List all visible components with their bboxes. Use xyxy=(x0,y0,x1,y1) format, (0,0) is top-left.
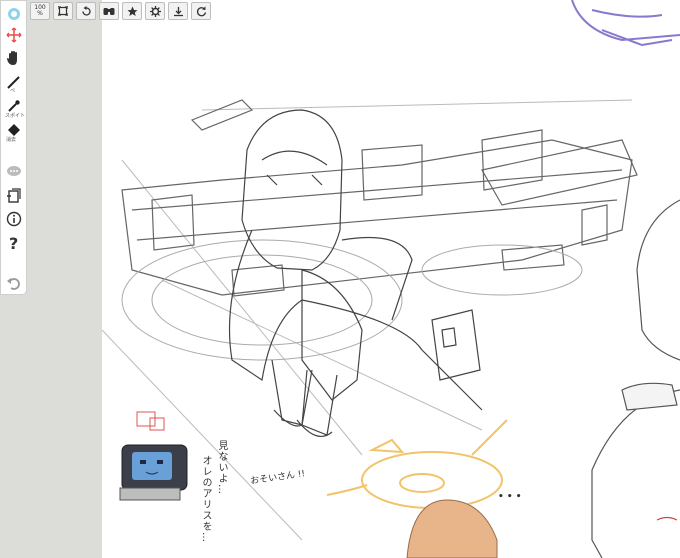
caption-vertical-1: 見ないよ… xyxy=(216,440,227,495)
sketch-artwork xyxy=(102,0,680,558)
caption-vertical-2: オレのアリスを… xyxy=(200,455,211,543)
right-character-sketch xyxy=(591,199,680,558)
zoom-button[interactable]: 100% xyxy=(30,2,50,20)
caption-dots: • • • xyxy=(498,492,522,502)
character-sketch xyxy=(228,109,483,438)
purple-sketch-corner xyxy=(571,0,680,47)
pen-icon[interactable]: ペ xyxy=(3,71,24,94)
rotate-button[interactable] xyxy=(76,2,96,20)
rotate-icon xyxy=(81,5,91,16)
girl-face-sketch xyxy=(406,499,498,558)
svg-text:?: ? xyxy=(9,234,18,252)
help-icon[interactable]: ? xyxy=(3,232,24,253)
hand-icon[interactable] xyxy=(3,47,24,68)
fit-screen-button[interactable] xyxy=(53,2,73,20)
chat-icon[interactable] xyxy=(3,161,24,182)
ripple-lines xyxy=(121,239,583,361)
fill-icon[interactable]: 消去 xyxy=(3,119,24,143)
drawing-canvas[interactable]: 見ないよ… オレのアリスを… おそいさん !! • • • xyxy=(102,0,680,558)
move-icon[interactable] xyxy=(3,24,24,45)
fit-screen-icon xyxy=(58,6,68,16)
tool-panel: ペ スポイト 消去 ? xyxy=(1,1,26,294)
vehicle-sketch xyxy=(121,99,638,297)
eyedropper-tool-label: スポイト xyxy=(5,113,26,119)
fill-tool-label: 消去 xyxy=(6,137,17,143)
robot-sketch xyxy=(119,411,188,501)
eyedropper-icon[interactable]: スポイト xyxy=(3,95,26,119)
undo-icon[interactable] xyxy=(3,272,24,293)
halo-sketch xyxy=(326,419,508,509)
layers-icon[interactable] xyxy=(3,185,24,206)
pen-tool-label: ペ xyxy=(10,88,16,94)
color-wheel-icon[interactable] xyxy=(3,3,24,24)
zoom-unit: % xyxy=(37,10,43,17)
info-icon[interactable] xyxy=(3,208,24,229)
